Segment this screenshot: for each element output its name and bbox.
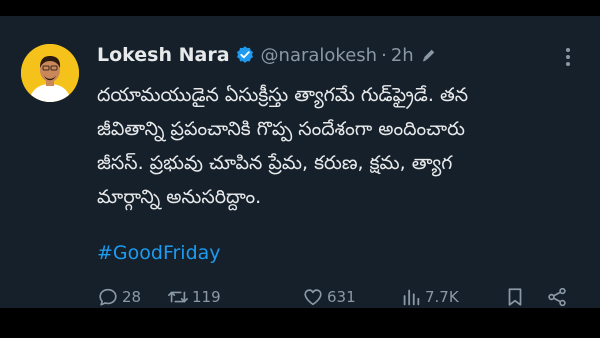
tweet-header: Lokesh Nara @naralokesh · 2h (97, 43, 438, 67)
separator-dot: · (381, 44, 387, 66)
timestamp[interactable]: 2h (391, 45, 414, 66)
avatar-portrait-icon (21, 44, 79, 102)
more-options-icon[interactable] (560, 46, 576, 68)
bookmark-button[interactable] (504, 284, 529, 310)
views-chart-icon (403, 289, 420, 306)
verified-badge-icon (235, 45, 255, 65)
avatar[interactable] (21, 44, 79, 102)
author-handle[interactable]: @naralokesh (261, 45, 378, 66)
like-count: 631 (327, 288, 356, 306)
tweet-text: దయామయుడైన ఏసుక్రీస్తు త్యాగమే గుడ్‌ఫ్రైడ… (97, 78, 577, 214)
retweet-count: 119 (192, 288, 221, 306)
tweet-text-line: జీవితాన్ని ప్రపంచానికి గొప్ప సందేశంగా అం… (97, 118, 465, 140)
like-button[interactable]: 631 (302, 284, 356, 310)
tweet-card: Lokesh Nara @naralokesh · 2h దయామయుడైన ఏ… (0, 16, 600, 308)
hashtag-link[interactable]: #GoodFriday (97, 242, 221, 264)
author-name[interactable]: Lokesh Nara (97, 44, 230, 66)
heart-icon (304, 289, 322, 306)
views-button[interactable]: 7.7K (400, 284, 459, 310)
edit-pencil-icon (420, 46, 438, 64)
tweet-text-line: జీసస్. ప్రభువు చూపిన ప్రేమ, కరుణ, క్షమ, … (97, 152, 453, 174)
tweet-text-line: దయామయుడైన ఏసుక్రీస్తు త్యాగమే గుడ్‌ఫ్రైడ… (97, 84, 469, 106)
retweet-icon (168, 291, 188, 303)
retweet-button[interactable]: 119 (167, 284, 221, 310)
share-icon (548, 287, 566, 307)
reply-icon (99, 288, 117, 306)
share-button[interactable] (546, 284, 571, 310)
reply-button[interactable]: 28 (97, 284, 141, 310)
reply-count: 28 (122, 288, 142, 306)
tweet-text-line: మార్గాన్ని అనుసరిద్దాం. (97, 186, 262, 208)
views-count: 7.7K (425, 288, 459, 306)
action-bar: 28 119 631 7.7K (97, 284, 577, 310)
bookmark-icon (508, 288, 522, 306)
